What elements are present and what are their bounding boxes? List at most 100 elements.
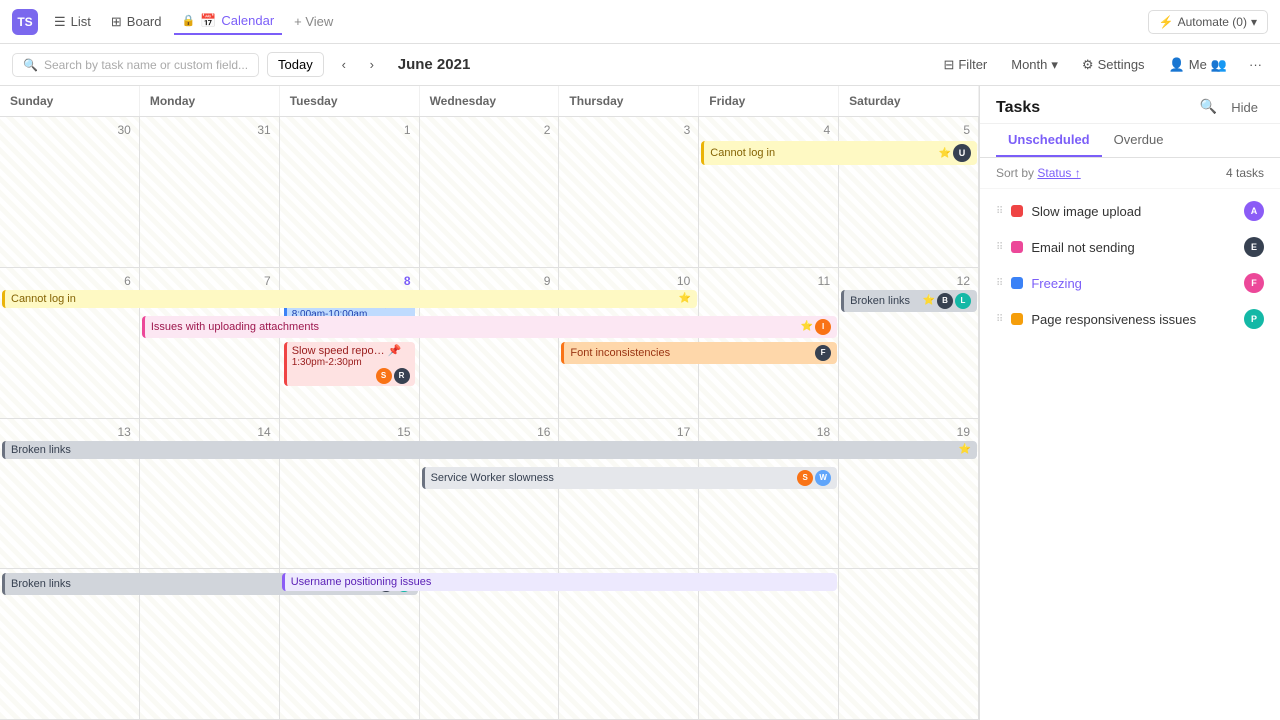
tasks-panel: Tasks 🔍 Hide Unscheduled Overdue Sort by…: [980, 86, 1280, 720]
calendar-icon: 📅: [200, 13, 216, 29]
tasks-title: Tasks: [996, 99, 1200, 117]
event-font-inconsistencies[interactable]: Font inconsistencies F: [561, 342, 837, 364]
toolbar: 🔍 Search by task name or custom field...…: [0, 44, 1280, 86]
avatar: L: [955, 293, 971, 309]
avatar: B: [937, 293, 953, 309]
event-slow-speed[interactable]: Slow speed repo… 📌 1:30pm-2:30pm S R: [284, 342, 415, 386]
day-header-sunday: Sunday: [0, 86, 140, 116]
task-avatar: P: [1244, 309, 1264, 329]
tasks-actions: 🔍 Hide: [1200, 98, 1264, 117]
date-w0-sun: 30: [4, 121, 135, 139]
date-w2-sun: 13: [4, 423, 135, 441]
cell-w3-wed[interactable]: [420, 569, 560, 719]
task-name-link[interactable]: Freezing: [1031, 276, 1236, 291]
day-header-tuesday: Tuesday: [280, 86, 420, 116]
event-cannot-log-in-week1[interactable]: Cannot log in ⭐: [2, 290, 697, 308]
next-button[interactable]: ›: [360, 53, 384, 77]
workspace-icon[interactable]: TS: [12, 9, 38, 35]
cell-w0-fri[interactable]: 4: [699, 117, 839, 267]
search-box[interactable]: 🔍 Search by task name or custom field...: [12, 53, 259, 77]
event-label: Username positioning issues: [291, 576, 432, 588]
event-label: Service Worker slowness: [431, 472, 554, 484]
avatar: S: [797, 470, 813, 486]
event-cannot-log-in-top[interactable]: Cannot log in ⭐ U: [701, 141, 977, 165]
task-name: Page responsiveness issues: [1031, 312, 1236, 327]
day-headers: Sunday Monday Tuesday Wednesday Thursday…: [0, 86, 979, 117]
board-icon: ⊞: [111, 14, 122, 30]
date-w0-fri: 4: [703, 121, 834, 139]
tab-unscheduled[interactable]: Unscheduled: [996, 124, 1102, 157]
prev-button[interactable]: ‹: [332, 53, 356, 77]
event-service-worker[interactable]: Service Worker slowness S W: [422, 467, 838, 489]
cell-w0-mon[interactable]: 31: [140, 117, 280, 267]
day-header-thursday: Thursday: [559, 86, 699, 116]
drag-icon: ⠿: [996, 314, 1003, 325]
avatar: R: [394, 368, 410, 384]
task-item-slow-image[interactable]: ⠿ Slow image upload A: [980, 193, 1280, 229]
nav-add-view[interactable]: + View: [286, 10, 341, 33]
calendar-main: Sunday Monday Tuesday Wednesday Thursday…: [0, 86, 980, 720]
search-icon: 🔍: [23, 58, 38, 72]
drag-icon: ⠿: [996, 278, 1003, 289]
task-avatar: A: [1244, 201, 1264, 221]
me-button[interactable]: 👤 Me 👥: [1161, 53, 1235, 77]
day-header-friday: Friday: [699, 86, 839, 116]
cell-w0-sat[interactable]: 5: [839, 117, 979, 267]
cell-w0-thu[interactable]: 3: [559, 117, 699, 267]
date-w0-sat: 5: [843, 121, 974, 139]
group-icon: 👥: [1211, 57, 1227, 73]
tasks-count: 4 tasks: [1226, 166, 1264, 180]
lock-icon: 🔒: [182, 14, 196, 27]
filter-button[interactable]: ⊟ Filter: [935, 53, 995, 77]
event-time: 1:30pm-2:30pm: [292, 357, 410, 368]
today-button[interactable]: Today: [267, 52, 324, 77]
cell-w3-fri[interactable]: [699, 569, 839, 719]
event-title: Slow speed repo… 📌: [292, 344, 402, 357]
avatar: S: [376, 368, 392, 384]
event-broken-links-week1-sat[interactable]: Broken links ⭐ B L: [841, 290, 977, 312]
month-button[interactable]: Month ▾: [1003, 53, 1066, 77]
search-icon[interactable]: 🔍: [1200, 98, 1217, 117]
event-upload-issues[interactable]: Issues with uploading attachments ⭐ I: [142, 316, 837, 338]
drag-icon: ⠿: [996, 242, 1003, 253]
nav-list[interactable]: ☰ List: [46, 10, 99, 34]
sort-field[interactable]: Status ↑: [1037, 166, 1080, 180]
event-broken-links-week2[interactable]: Broken links ⭐: [2, 441, 977, 459]
tab-overdue[interactable]: Overdue: [1102, 124, 1176, 157]
event-label: Broken links: [11, 578, 71, 590]
date-w2-tue: 15: [284, 423, 415, 441]
nav-calendar[interactable]: 🔒 📅 Calendar: [174, 9, 283, 35]
event-label: Cannot log in: [710, 147, 775, 159]
avatar: W: [815, 470, 831, 486]
cell-w3-thu[interactable]: [559, 569, 699, 719]
drag-icon: ⠿: [996, 206, 1003, 217]
cell-w0-wed[interactable]: 2: [420, 117, 560, 267]
settings-button[interactable]: ⚙ Settings: [1074, 53, 1153, 77]
list-icon: ☰: [54, 14, 66, 30]
task-item-email[interactable]: ⠿ Email not sending E: [980, 229, 1280, 265]
task-item-page-responsiveness[interactable]: ⠿ Page responsiveness issues P: [980, 301, 1280, 337]
top-nav: TS ☰ List ⊞ Board 🔒 📅 Calendar + View ⚡ …: [0, 0, 1280, 44]
date-w1-fri: 11: [703, 272, 834, 290]
nav-right: ⚡ Automate (0) ▾: [1148, 10, 1268, 34]
task-status-dot: [1011, 241, 1023, 253]
search-placeholder: Search by task name or custom field...: [44, 58, 248, 72]
task-name: Email not sending: [1031, 240, 1236, 255]
hide-button[interactable]: Hide: [1225, 98, 1264, 117]
date-w0-wed: 2: [424, 121, 555, 139]
date-w1-sat: 12: [843, 272, 974, 290]
day-header-monday: Monday: [140, 86, 280, 116]
task-item-freezing[interactable]: ⠿ Freezing F: [980, 265, 1280, 301]
more-button[interactable]: ···: [1243, 53, 1268, 76]
date-w1-tue: 8: [284, 272, 415, 290]
task-name: Slow image upload: [1031, 204, 1236, 219]
cell-w0-tue[interactable]: 1: [280, 117, 420, 267]
nav-board[interactable]: ⊞ Board: [103, 10, 170, 34]
event-username-positioning[interactable]: Username positioning issues: [282, 573, 837, 591]
cell-w3-sat[interactable]: [839, 569, 979, 719]
automate-button[interactable]: ⚡ Automate (0) ▾: [1148, 10, 1268, 34]
day-header-saturday: Saturday: [839, 86, 979, 116]
calendar-container: Sunday Monday Tuesday Wednesday Thursday…: [0, 86, 1280, 720]
cell-w0-sun[interactable]: 30: [0, 117, 140, 267]
date-w1-wed: 9: [424, 272, 555, 290]
